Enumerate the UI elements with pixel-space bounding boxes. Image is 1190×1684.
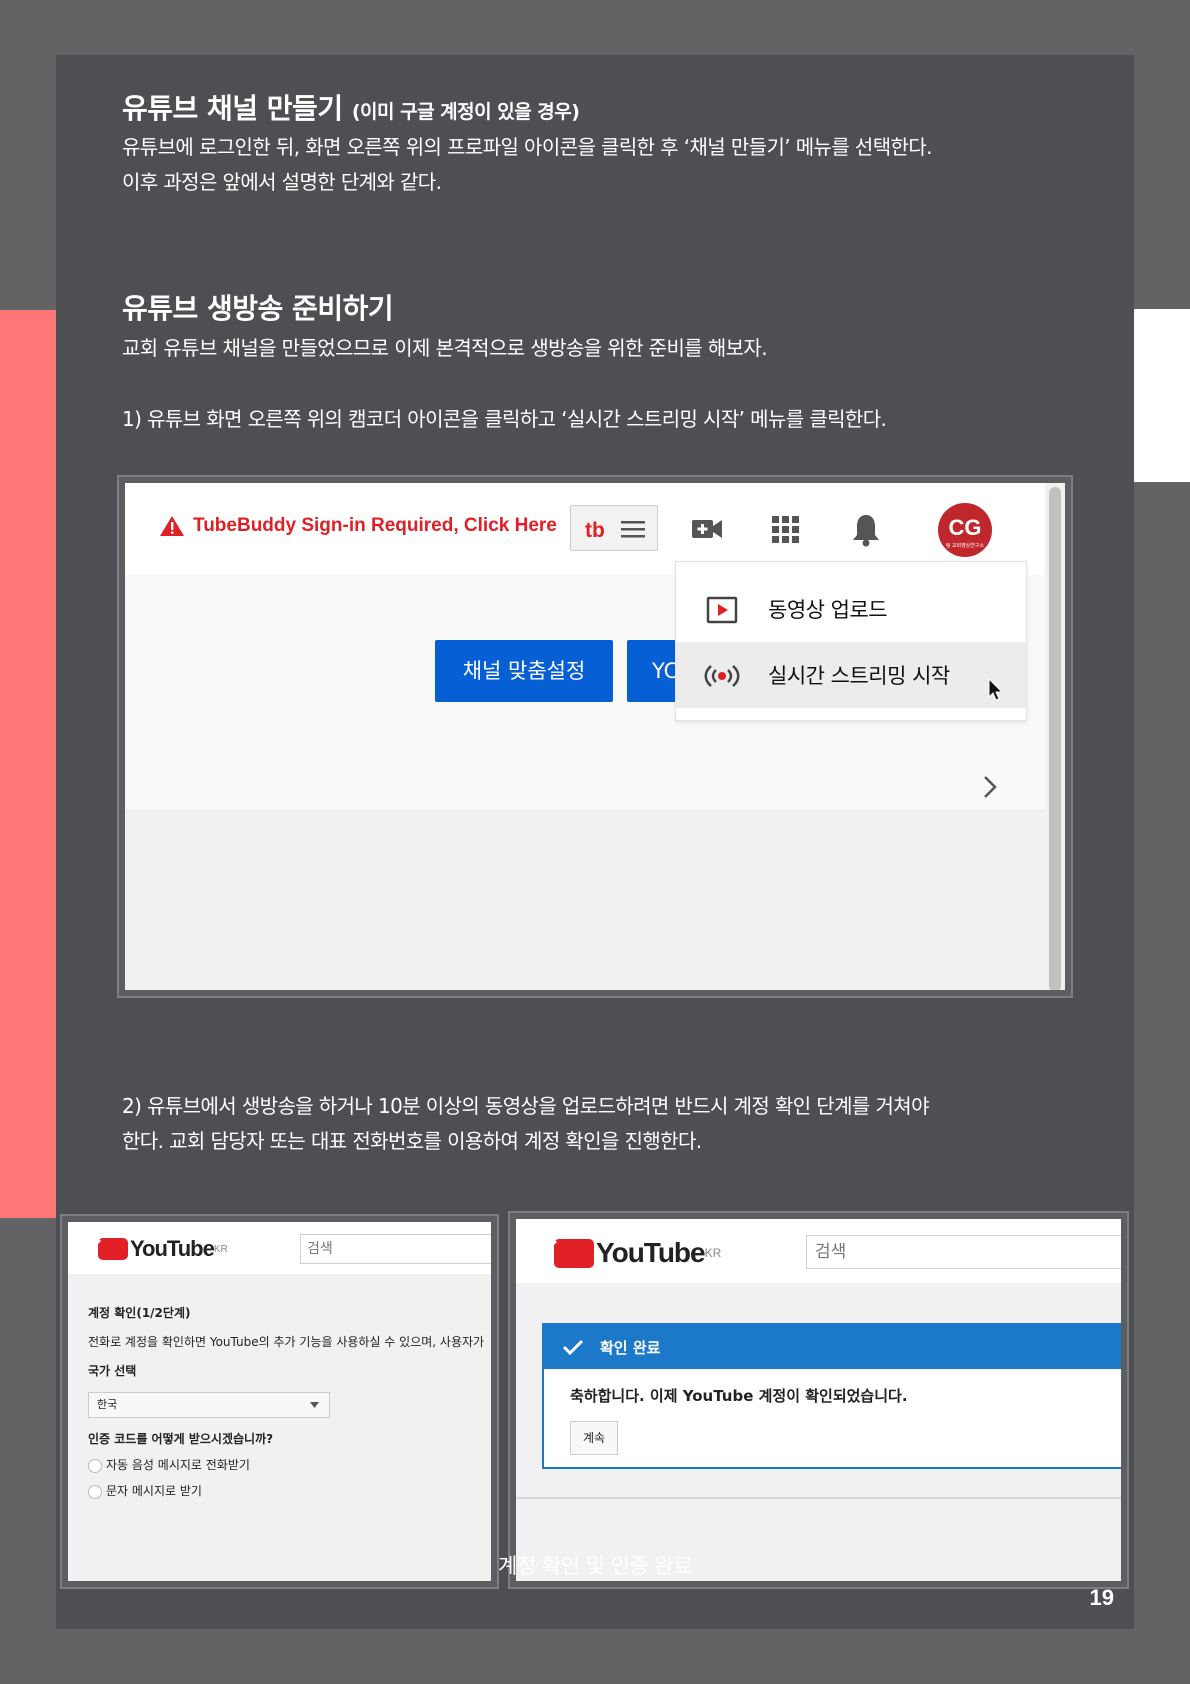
tubebuddy-menu-button[interactable]: tb <box>570 505 658 551</box>
title-text: 유튜브 채널 만들기 <box>122 92 343 125</box>
logo-region: KR <box>704 1246 722 1260</box>
mouse-cursor-icon <box>988 678 1004 701</box>
option-voice[interactable]: 자동 음성 메시지로 전화받기 <box>88 1456 250 1473</box>
chevron-right-icon[interactable] <box>983 775 997 799</box>
country-select[interactable]: 한국 <box>88 1392 330 1418</box>
menu-item-label: 동영상 업로드 <box>768 598 888 622</box>
youtube-play-icon <box>554 1238 594 1268</box>
create-dropdown-menu: 동영상 업로드 실시간 스트리밍 시작 <box>675 561 1027 721</box>
method-question: 인증 코드를 어떻게 받으시겠습니까? <box>88 1432 274 1446</box>
banner-title: 확인 완료 <box>600 1339 661 1357</box>
paragraph-line: 한다. 교회 담당자 또는 대표 전화번호를 이용하여 계정 확인을 진행한다. <box>122 1129 702 1153</box>
section-title-live-prep: 유튜브 생방송 준비하기 <box>122 292 394 325</box>
youtube-play-icon <box>98 1238 128 1260</box>
avatar-initials: CG <box>948 515 982 540</box>
verify-step-title: 계정 확인(1/2단계) <box>88 1306 191 1320</box>
verify-description: 전화로 계정을 확인하면 YouTube의 추가 기능을 사용하실 수 있으며,… <box>88 1335 485 1349</box>
menu-item-upload-video[interactable]: 동영상 업로드 <box>676 576 1026 642</box>
logo-text: YouTube <box>596 1237 706 1268</box>
figure-caption: 계정 확인 및 인증 완료 <box>497 1554 693 1578</box>
radio-button[interactable] <box>88 1458 102 1473</box>
scrollbar[interactable] <box>1045 483 1065 990</box>
menu-item-go-live[interactable]: 실시간 스트리밍 시작 <box>676 642 1026 708</box>
logo-text: YouTube <box>130 1236 215 1261</box>
verified-banner: 확인 완료 <box>544 1325 1121 1369</box>
svg-text:tb: tb <box>585 519 605 540</box>
section-title-create-channel: 유튜브 채널 만들기 (이미 구글 계정이 있을 경우) <box>122 87 580 127</box>
apps-grid-icon[interactable] <box>772 516 799 543</box>
customize-channel-button[interactable]: 채널 맞춤설정 <box>435 640 613 702</box>
verified-panel: 확인 완료 축하합니다. 이제 YouTube 계정이 확인되었습니다. 계속 <box>542 1323 1121 1469</box>
country-value: 한국 <box>97 1398 118 1411</box>
radio-button[interactable] <box>88 1484 102 1499</box>
menu-icon <box>621 521 645 538</box>
menu-item-label: 실시간 스트리밍 시작 <box>768 664 950 688</box>
paragraph-create-channel: 유튜브에 로그인한 뒤, 화면 오른쪽 위의 프로파일 아이콘을 클릭한 후 ‘… <box>122 130 1122 200</box>
page-number: 19 <box>1089 1585 1114 1610</box>
country-label: 국가 선택 <box>88 1364 137 1378</box>
option-label: 문자 메시지로 받기 <box>106 1484 202 1498</box>
paragraph-step2: 2) 유튜브에서 생방송을 하거나 10분 이상의 동영상을 업로드하려면 반드… <box>122 1089 1122 1159</box>
tubebuddy-warning-link[interactable]: TubeBuddy Sign-in Required, Click Here <box>159 515 557 537</box>
paragraph-line: 2) 유튜브에서 생방송을 하거나 10분 이상의 동영상을 업로드하려면 반드… <box>122 1094 929 1118</box>
warning-text: TubeBuddy Sign-in Required, Click Here <box>193 515 557 536</box>
youtube-logo[interactable]: YouTube KR <box>98 1236 228 1262</box>
warning-icon <box>160 516 184 536</box>
verified-message: 축하합니다. 이제 YouTube 계정이 확인되었습니다. <box>570 1387 908 1405</box>
paragraph-step1: 1) 유튜브 화면 오른쪽 위의 캠코더 아이콘을 클릭하고 ‘실시간 스트리밍… <box>122 407 887 431</box>
title-subtext: (이미 구글 계정이 있을 경우) <box>351 101 580 123</box>
chevron-down-icon <box>310 1402 319 1408</box>
notifications-bell-icon[interactable] <box>852 513 880 547</box>
search-input[interactable]: 검색 <box>806 1235 1121 1269</box>
divider <box>516 1497 1121 1499</box>
paragraph-line: 이후 과정은 앞에서 설명한 단계와 같다. <box>122 170 442 194</box>
continue-button[interactable]: 계속 <box>570 1421 619 1455</box>
screenshot-youtube-header: TubeBuddy Sign-in Required, Click Here t… <box>117 475 1073 998</box>
profile-avatar[interactable]: CG 팀 교회영상연구소 <box>938 503 992 557</box>
logo-region: KR <box>213 1243 228 1255</box>
avatar-subtext: 팀 교회영상연구소 <box>945 543 985 549</box>
scrollbar-thumb[interactable] <box>1049 487 1061 990</box>
screenshot-account-verified: YouTube KR 검색 확인 완료 축하합니다. 이제 YouTube 계정… <box>508 1211 1129 1589</box>
paragraph-intro: 교회 유튜브 채널을 만들었으므로 이제 본격적으로 생방송을 위한 준비를 해… <box>122 336 768 360</box>
upload-video-icon <box>706 596 738 624</box>
create-video-icon[interactable] <box>691 517 723 541</box>
checkmark-icon <box>562 1339 584 1356</box>
search-input[interactable]: 검색 <box>300 1234 491 1264</box>
option-sms[interactable]: 문자 메시지로 받기 <box>88 1482 202 1499</box>
paragraph-line: 유튜브에 로그인한 뒤, 화면 오른쪽 위의 프로파일 아이콘을 클릭한 후 ‘… <box>122 135 932 159</box>
tubebuddy-icon: tb <box>585 519 605 540</box>
option-label: 자동 음성 메시지로 전화받기 <box>106 1458 250 1472</box>
decorative-white-bar <box>1134 309 1190 482</box>
screenshot-account-verify-step1: YouTube KR 검색 계정 확인(1/2단계) 전화로 계정을 확인하면 … <box>60 1214 499 1589</box>
decorative-red-bar <box>0 310 56 1218</box>
live-broadcast-icon <box>704 665 740 687</box>
youtube-logo[interactable]: YouTube KR <box>554 1237 721 1269</box>
document-page: 유튜브 채널 만들기 (이미 구글 계정이 있을 경우) 유튜브에 로그인한 뒤… <box>56 55 1134 1629</box>
